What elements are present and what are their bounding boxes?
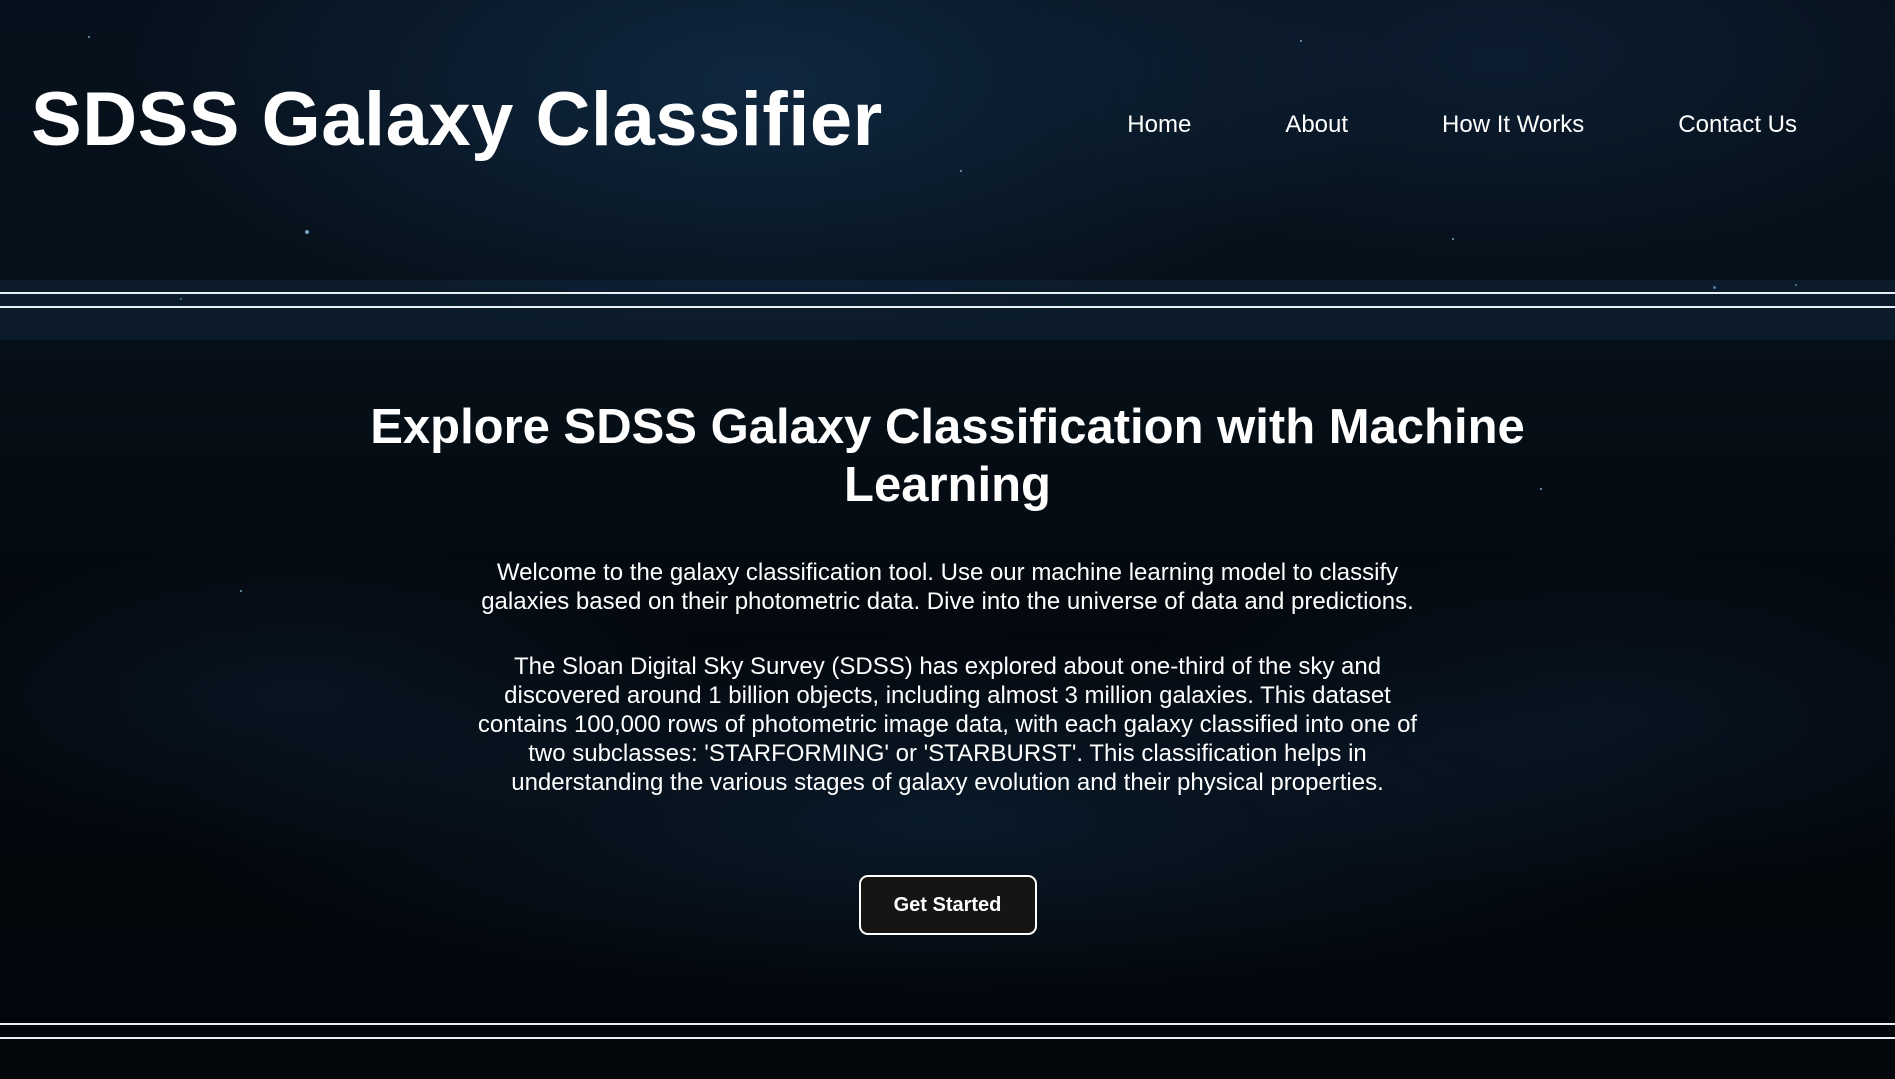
hero-section: Explore SDSS Galaxy Classification with … bbox=[0, 340, 1895, 990]
footer-divider-top bbox=[0, 1023, 1895, 1025]
header-divider-top bbox=[0, 292, 1895, 294]
hero-heading: Explore SDSS Galaxy Classification with … bbox=[370, 400, 1525, 512]
header-band bbox=[0, 280, 1895, 340]
hero-about-text: The Sloan Digital Sky Survey (SDSS) has … bbox=[477, 653, 1418, 796]
nav-how-it-works-link[interactable]: How It Works bbox=[1442, 110, 1584, 140]
footer-divider-bottom bbox=[0, 1037, 1895, 1039]
page-background: SDSS Galaxy Classifier Home About How It… bbox=[0, 0, 1895, 1079]
main-nav: Home About How It Works Contact Us bbox=[1127, 110, 1797, 140]
nav-home-link[interactable]: Home bbox=[1127, 110, 1191, 140]
header-divider-bottom bbox=[0, 306, 1895, 308]
nav-about-link[interactable]: About bbox=[1285, 110, 1348, 140]
site-header: SDSS Galaxy Classifier Home About How It… bbox=[0, 0, 1895, 280]
nav-contact-us-link[interactable]: Contact Us bbox=[1678, 110, 1797, 140]
get-started-button[interactable]: Get Started bbox=[858, 875, 1037, 935]
site-title: SDSS Galaxy Classifier bbox=[31, 77, 883, 162]
hero-intro-text: Welcome to the galaxy classification too… bbox=[481, 559, 1414, 615]
